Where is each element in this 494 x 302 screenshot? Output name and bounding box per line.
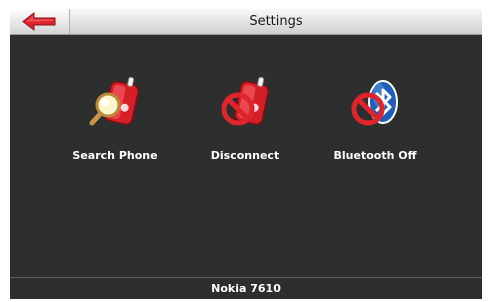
disconnect-icon [221,76,270,126]
search-phone-button[interactable]: Search Phone [50,69,180,179]
back-arrow-icon [22,12,56,31]
page-title: Settings [249,14,303,29]
title-bar: Settings [10,9,482,35]
action-label: Bluetooth Off [333,149,417,162]
action-label: Disconnect [210,149,280,162]
action-label: Search Phone [72,149,158,162]
bluetooth-off-button[interactable]: Bluetooth Off [310,69,440,179]
connected-device-name: Nokia 7610 [211,282,281,295]
action-grid: Search Phone Disconnect Bluetooth Off [10,69,482,179]
bluetooth-off-icon [351,80,398,126]
disconnect-button[interactable]: Disconnect [180,69,310,179]
search-phone-icon [89,76,140,126]
settings-screen: Settings Search Phone Disconnect Bluetoo… [10,9,482,299]
back-button[interactable] [10,9,70,34]
